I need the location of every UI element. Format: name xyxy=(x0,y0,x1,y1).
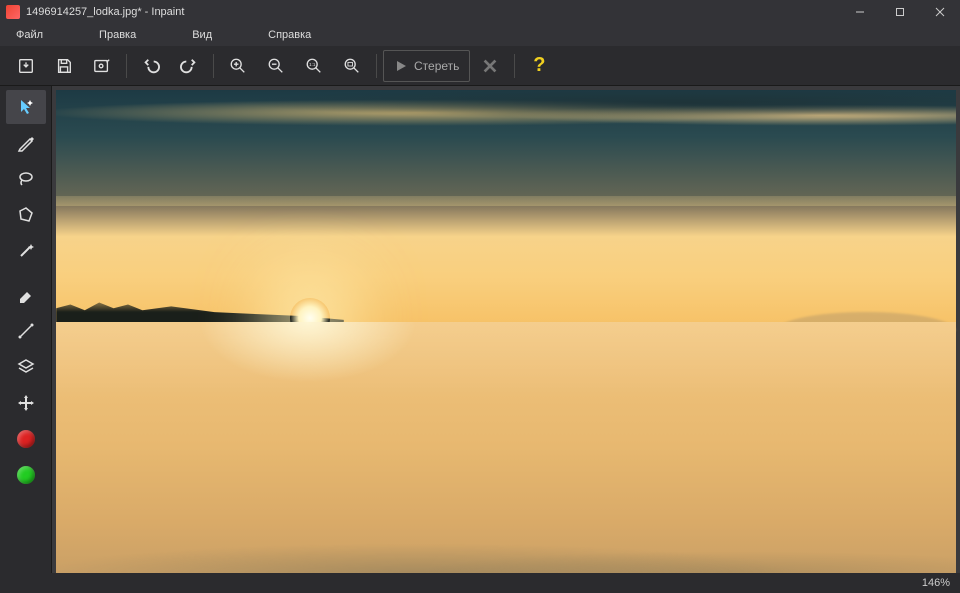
window-title: 1496914257_lodka.jpg* - Inpaint xyxy=(26,6,184,18)
open-icon xyxy=(17,57,35,75)
menu-help[interactable]: Справка xyxy=(260,27,319,43)
tool-polygon[interactable] xyxy=(6,198,46,232)
save-as-button[interactable] xyxy=(84,50,120,82)
open-button[interactable] xyxy=(8,50,44,82)
tool-red-mask[interactable] xyxy=(6,422,46,456)
undo-icon xyxy=(142,57,160,75)
x-icon xyxy=(481,57,499,75)
separator xyxy=(514,54,515,78)
canvas-image xyxy=(56,90,956,573)
question-icon: ? xyxy=(533,54,545,77)
zoom-fit-icon xyxy=(343,57,361,75)
move-icon xyxy=(16,393,36,413)
image-canvas[interactable] xyxy=(56,90,956,573)
statusbar: 146% xyxy=(0,573,960,593)
tool-layers[interactable] xyxy=(6,350,46,384)
close-button[interactable] xyxy=(920,0,960,24)
save-icon xyxy=(55,57,73,75)
separator xyxy=(126,54,127,78)
save-button[interactable] xyxy=(46,50,82,82)
zoom-out-icon xyxy=(267,57,285,75)
help-button[interactable]: ? xyxy=(521,50,557,82)
maximize-icon xyxy=(895,7,905,17)
zoom-in-button[interactable] xyxy=(220,50,256,82)
lasso-icon xyxy=(16,169,36,189)
green-circle-icon xyxy=(17,466,35,484)
menu-file[interactable]: Файл xyxy=(8,27,51,43)
zoom-1to1-icon: 1:1 xyxy=(305,57,323,75)
wand-icon xyxy=(16,241,36,261)
redo-icon xyxy=(180,57,198,75)
titlebar: 1496914257_lodka.jpg* - Inpaint xyxy=(0,0,960,24)
tool-magic-wand[interactable] xyxy=(6,234,46,268)
marker-icon xyxy=(16,133,36,153)
minimize-button[interactable] xyxy=(840,0,880,24)
zoom-in-icon xyxy=(229,57,247,75)
line-icon xyxy=(16,321,36,341)
canvas-area[interactable] xyxy=(52,86,960,573)
close-icon xyxy=(935,7,945,17)
app-window: 1496914257_lodka.jpg* - Inpaint Файл Пра… xyxy=(0,0,960,593)
svg-text:1:1: 1:1 xyxy=(309,62,316,67)
menu-view[interactable]: Вид xyxy=(184,27,220,43)
tool-magic-select[interactable] xyxy=(6,90,46,124)
tool-sidebar xyxy=(0,86,52,573)
save-as-icon xyxy=(93,57,111,75)
undo-button[interactable] xyxy=(133,50,169,82)
separator xyxy=(376,54,377,78)
workspace xyxy=(0,86,960,573)
tool-marker[interactable] xyxy=(6,126,46,160)
tool-green-mask[interactable] xyxy=(6,458,46,492)
separator xyxy=(213,54,214,78)
erase-label: Стереть xyxy=(414,59,459,73)
zoom-out-button[interactable] xyxy=(258,50,294,82)
tool-lasso[interactable] xyxy=(6,162,46,196)
tool-eraser[interactable] xyxy=(6,278,46,312)
maximize-button[interactable] xyxy=(880,0,920,24)
erase-button[interactable]: Стереть xyxy=(383,50,470,82)
cursor-sparkle-icon xyxy=(16,97,36,117)
toolbar: 1:1 Стереть ? xyxy=(0,46,960,86)
eraser-icon xyxy=(16,285,36,305)
polygon-icon xyxy=(16,205,36,225)
minimize-icon xyxy=(855,7,865,17)
red-circle-icon xyxy=(17,430,35,448)
layers-icon xyxy=(16,357,36,377)
cancel-button[interactable] xyxy=(472,50,508,82)
zoom-level: 146% xyxy=(922,577,950,589)
menu-edit[interactable]: Правка xyxy=(91,27,144,43)
app-icon xyxy=(6,5,20,19)
redo-button[interactable] xyxy=(171,50,207,82)
play-icon xyxy=(394,59,408,73)
zoom-actual-button[interactable]: 1:1 xyxy=(296,50,332,82)
tool-line[interactable] xyxy=(6,314,46,348)
tool-move[interactable] xyxy=(6,386,46,420)
zoom-fit-button[interactable] xyxy=(334,50,370,82)
menubar: Файл Правка Вид Справка xyxy=(0,24,960,46)
